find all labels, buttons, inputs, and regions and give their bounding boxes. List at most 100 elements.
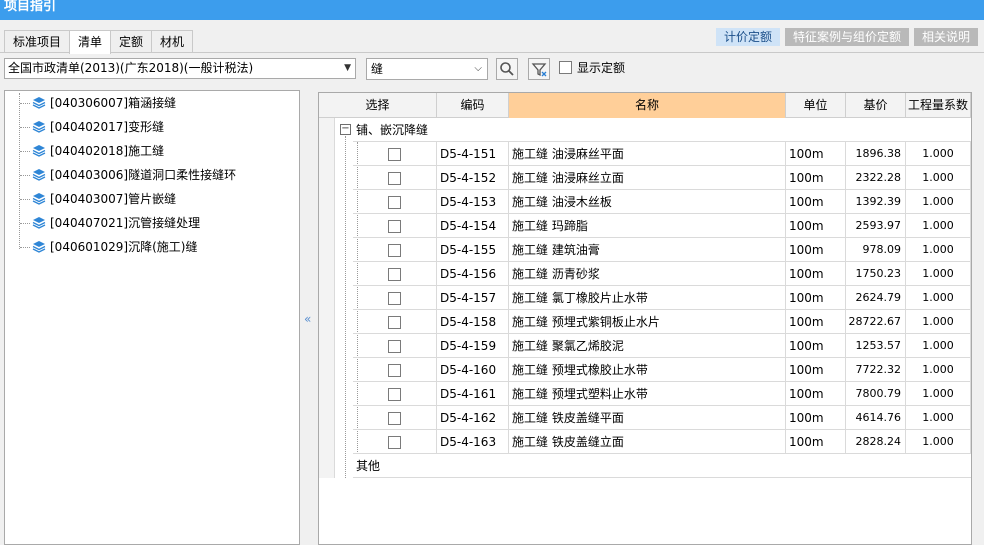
related-notes-button[interactable]: 相关说明 [913, 28, 978, 46]
column-header-unit[interactable]: 单位 [786, 93, 846, 118]
tree-item[interactable]: [040403006]隧道洞口柔性接缝环 [20, 165, 236, 185]
tree-item[interactable]: [040402018]施工缝 [20, 141, 164, 161]
library-select[interactable]: 全国市政清单(2013)(广东2018)(一般计税法) ▼ [4, 58, 356, 79]
tree-item[interactable]: [040601029]沉降(施工)缝 [20, 237, 197, 257]
window-title: 项目指引 [0, 0, 984, 20]
row-unit: 100m [786, 382, 846, 406]
row-select-cell[interactable] [353, 142, 437, 166]
table-row[interactable]: D5-4-159 施工缝 聚氯乙烯胶泥 100m 1253.57 1.000 [319, 334, 971, 358]
table-row[interactable]: D5-4-157 施工缝 氯丁橡胶片止水带 100m 2624.79 1.000 [319, 286, 971, 310]
row-price: 7800.79 [846, 382, 906, 406]
tab-standard-items[interactable]: 标准项目 [4, 30, 71, 53]
filter-button[interactable] [528, 58, 550, 80]
quota-grid: 选择 编码 名称 单位 基价 工程量系数 − 铺、嵌沉降缝 D5-4-151 施工… [318, 92, 972, 545]
row-select-cell[interactable] [353, 286, 437, 310]
row-select-cell[interactable] [353, 190, 437, 214]
row-checkbox[interactable] [388, 243, 401, 257]
layer-stack-icon [32, 217, 46, 229]
show-quota-checkbox[interactable] [559, 61, 572, 74]
tab-divider [0, 52, 984, 53]
layer-stack-icon [32, 169, 46, 181]
row-checkbox[interactable] [388, 387, 401, 401]
table-row[interactable]: D5-4-161 施工缝 预埋式塑料止水带 100m 7800.79 1.000 [319, 382, 971, 406]
row-price: 1896.38 [846, 142, 906, 166]
layer-stack-icon [32, 97, 46, 109]
table-row[interactable]: D5-4-153 施工缝 油浸木丝板 100m 1392.39 1.000 [319, 190, 971, 214]
row-checkbox[interactable] [388, 267, 401, 281]
column-header-coefficient[interactable]: 工程量系数 [906, 93, 971, 118]
row-name: 施工缝 铁皮盖缝立面 [509, 430, 786, 454]
tree-item[interactable]: [040407021]沉管接缝处理 [20, 213, 200, 233]
row-unit: 100m [786, 334, 846, 358]
tab-quotas[interactable]: 定额 [110, 30, 153, 53]
row-select-cell[interactable] [353, 358, 437, 382]
row-coefficient: 1.000 [906, 406, 971, 430]
table-row[interactable]: D5-4-163 施工缝 铁皮盖缝立面 100m 2828.24 1.000 [319, 430, 971, 454]
tree-item[interactable]: [040402017]变形缝 [20, 117, 164, 137]
row-checkbox[interactable] [388, 195, 401, 209]
table-row[interactable]: D5-4-151 施工缝 油浸麻丝平面 100m 1896.38 1.000 [319, 142, 971, 166]
row-select-cell[interactable] [353, 262, 437, 286]
column-header-code[interactable]: 编码 [437, 93, 509, 118]
row-checkbox[interactable] [388, 219, 401, 233]
row-code: D5-4-158 [437, 310, 509, 334]
row-checkbox[interactable] [388, 435, 401, 449]
bill-tree-panel: [040306007]箱涵接缝 [040402017]变形缝 [04040201… [4, 90, 300, 545]
row-select-cell[interactable] [353, 406, 437, 430]
row-name: 施工缝 聚氯乙烯胶泥 [509, 334, 786, 358]
column-header-select[interactable]: 选择 [319, 93, 437, 118]
table-row[interactable]: D5-4-152 施工缝 油浸麻丝立面 100m 2322.28 1.000 [319, 166, 971, 190]
tab-bill-items[interactable]: 清单 [69, 30, 112, 54]
collapse-group-icon[interactable]: − [340, 124, 351, 135]
row-code: D5-4-160 [437, 358, 509, 382]
tab-materials[interactable]: 材机 [151, 30, 194, 53]
library-select-value: 全国市政清单(2013)(广东2018)(一般计税法) [8, 61, 254, 75]
row-select-cell[interactable] [353, 430, 437, 454]
feature-cases-button[interactable]: 特征案例与组价定额 [784, 28, 909, 46]
row-checkbox[interactable] [388, 411, 401, 425]
row-code: D5-4-156 [437, 262, 509, 286]
show-quota-option[interactable]: 显示定额 [559, 61, 625, 76]
table-row[interactable]: D5-4-154 施工缝 玛蹄脂 100m 2593.97 1.000 [319, 214, 971, 238]
row-checkbox[interactable] [388, 315, 401, 329]
panel-splitter[interactable]: « [300, 90, 318, 545]
row-name: 施工缝 玛蹄脂 [509, 214, 786, 238]
row-select-cell[interactable] [353, 238, 437, 262]
row-select-cell[interactable] [353, 334, 437, 358]
row-unit: 100m [786, 430, 846, 454]
row-coefficient: 1.000 [906, 142, 971, 166]
row-price: 2593.97 [846, 214, 906, 238]
row-checkbox[interactable] [388, 363, 401, 377]
table-row[interactable]: D5-4-158 施工缝 预埋式紫铜板止水片 100m 28722.67 1.000 [319, 310, 971, 334]
row-select-cell[interactable] [353, 310, 437, 334]
table-row[interactable]: D5-4-155 施工缝 建筑油膏 100m 978.09 1.000 [319, 238, 971, 262]
search-button[interactable] [496, 58, 518, 80]
filter-input[interactable]: 缝 ⌵ [366, 58, 488, 80]
table-row[interactable]: D5-4-160 施工缝 预埋式橡胶止水带 100m 7722.32 1.000 [319, 358, 971, 382]
row-price: 1750.23 [846, 262, 906, 286]
table-row[interactable]: D5-4-162 施工缝 铁皮盖缝平面 100m 4614.76 1.000 [319, 406, 971, 430]
group-row[interactable]: − 铺、嵌沉降缝 [319, 118, 971, 142]
row-code: D5-4-155 [437, 238, 509, 262]
row-checkbox[interactable] [388, 339, 401, 353]
search-icon [500, 62, 514, 76]
column-header-name[interactable]: 名称 [509, 93, 786, 118]
table-row[interactable]: D5-4-156 施工缝 沥青砂浆 100m 1750.23 1.000 [319, 262, 971, 286]
row-select-cell[interactable] [353, 214, 437, 238]
group-label: 其他 [353, 454, 971, 478]
row-checkbox[interactable] [388, 171, 401, 185]
chevron-down-icon: ⌵ [474, 63, 482, 74]
layer-stack-icon [32, 193, 46, 205]
tree-item[interactable]: [040306007]箱涵接缝 [20, 93, 176, 113]
pricing-quota-button[interactable]: 计价定额 [715, 28, 780, 46]
row-price: 28722.67 [846, 310, 906, 334]
row-select-cell[interactable] [353, 382, 437, 406]
row-checkbox[interactable] [388, 291, 401, 305]
row-unit: 100m [786, 238, 846, 262]
column-header-price[interactable]: 基价 [846, 93, 906, 118]
group-row[interactable]: 其他 [319, 454, 971, 478]
row-checkbox[interactable] [388, 147, 401, 161]
row-select-cell[interactable] [353, 166, 437, 190]
collapse-left-icon[interactable]: « [304, 312, 311, 326]
tree-item[interactable]: [040403007]管片嵌缝 [20, 189, 176, 209]
